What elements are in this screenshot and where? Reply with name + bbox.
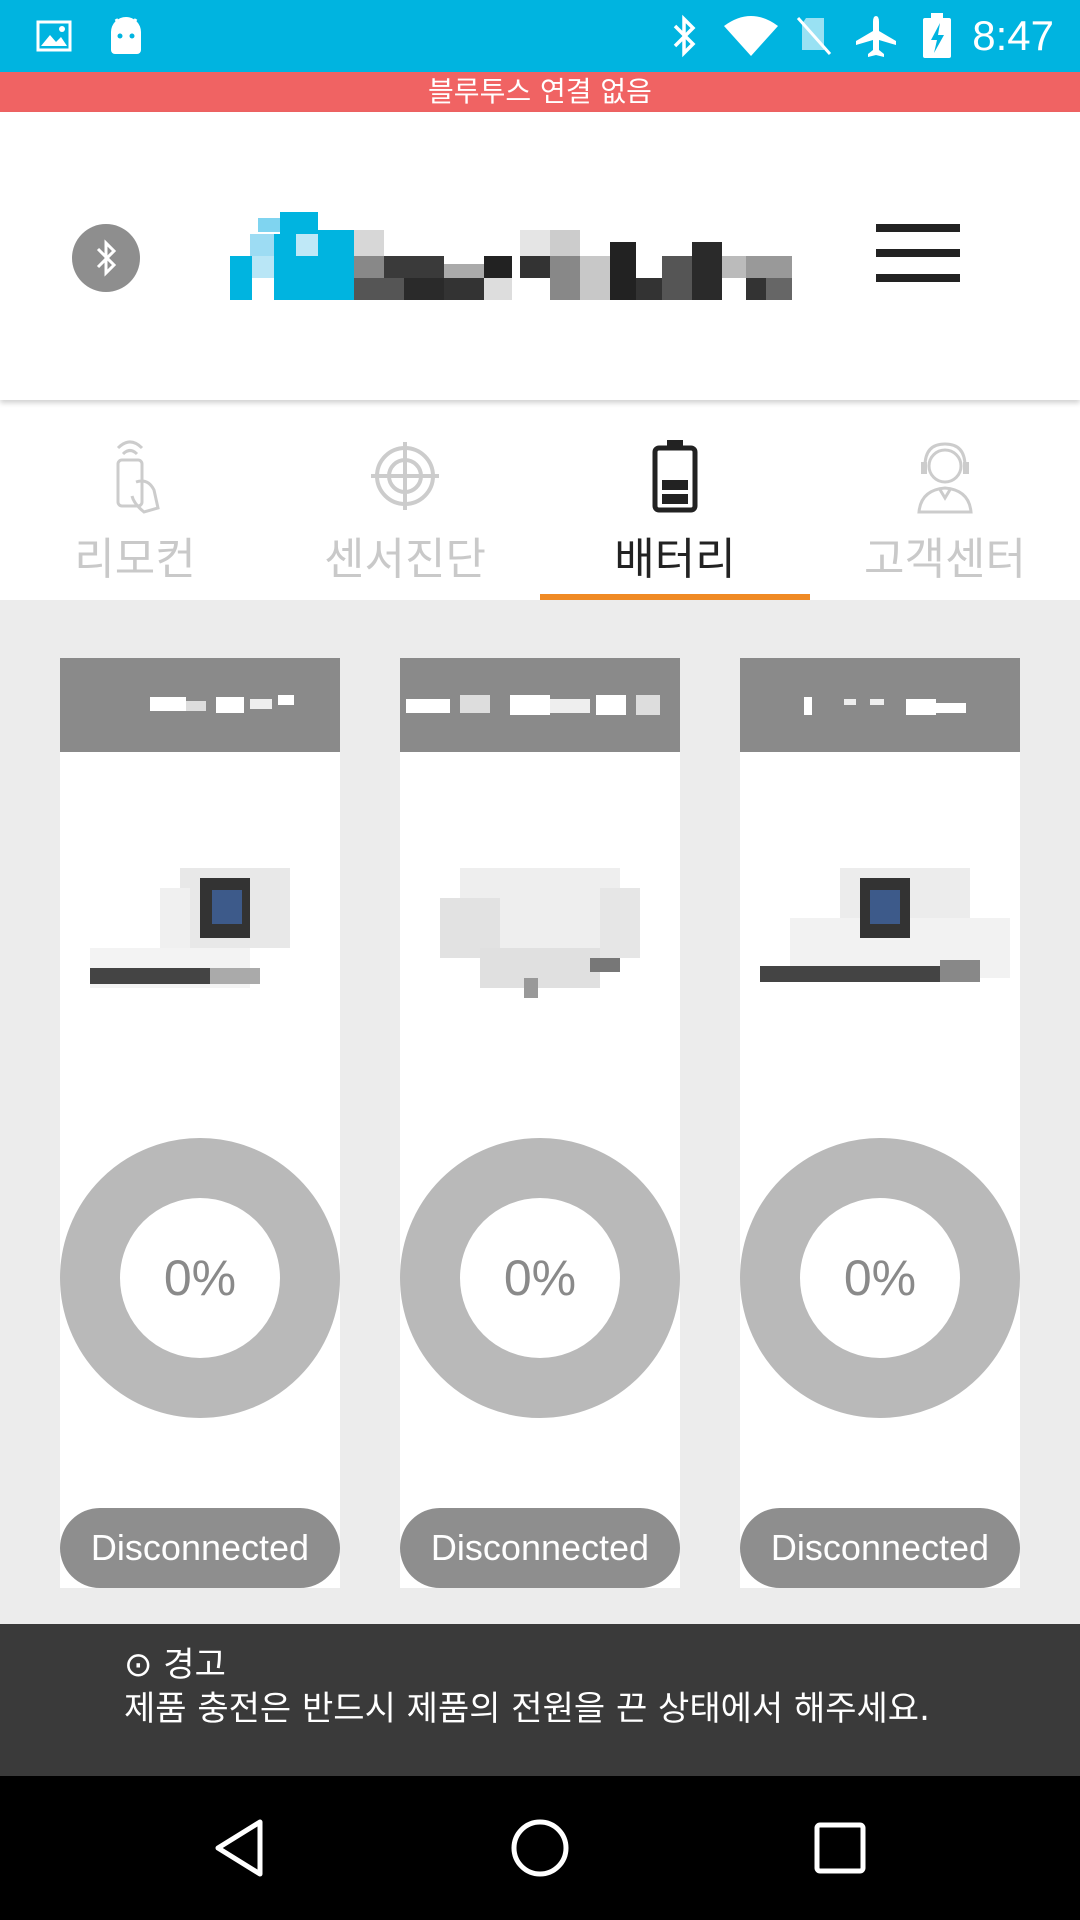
device-title [60, 658, 340, 752]
battery-icon [635, 436, 715, 516]
device-image [90, 868, 290, 988]
crosshair-icon [365, 436, 445, 516]
tab-label: 고객센터 [864, 534, 1026, 585]
no-sim-icon [792, 14, 836, 58]
status-bar: 8:47 [0, 0, 1080, 72]
wifi-icon [720, 14, 782, 58]
tab-sensor-diagnosis[interactable]: 센서진단 [270, 400, 540, 600]
charging-warning-notice: ⊙ 경고 제품 충전은 반드시 제품의 전원을 끈 상태에서 해주세요. [0, 1624, 1080, 1776]
menu-line [876, 249, 960, 257]
device-card[interactable]: 0% Disconnected [400, 658, 680, 1588]
tab-label: 센서진단 [324, 534, 486, 585]
app-header [0, 112, 1080, 400]
back-icon [215, 1819, 263, 1877]
bluetooth-disconnected-banner: 블루투스 연결 없음 [0, 72, 1080, 112]
android-icon [106, 14, 146, 58]
tab-remote[interactable]: 리모컨 [0, 400, 270, 600]
remote-hand-icon [95, 436, 175, 516]
airplane-icon [852, 14, 900, 58]
active-tab-indicator [540, 594, 810, 600]
battery-charging-icon [920, 13, 954, 58]
tab-label: 배터리 [614, 534, 736, 585]
system-navigation-bar [0, 1776, 1080, 1920]
device-image [760, 868, 1010, 982]
bluetooth-icon [664, 14, 704, 58]
home-icon [511, 1819, 569, 1877]
connection-status-badge[interactable]: Disconnected [740, 1508, 1020, 1588]
tab-bar: 리모컨 센서진단 배터리 고객센터 [0, 400, 1080, 600]
device-card[interactable]: 0% Disconnected [740, 658, 1020, 1588]
brand-logo [230, 212, 792, 300]
tab-customer-center[interactable]: 고객센터 [810, 400, 1080, 600]
warning-body: 제품 충전은 반드시 제품의 전원을 끈 상태에서 해주세요. [124, 1689, 930, 1729]
bluetooth-button[interactable] [72, 224, 140, 292]
device-image [440, 868, 640, 998]
device-card[interactable]: 0% Disconnected [60, 658, 340, 1588]
bluetooth-icon [96, 239, 117, 277]
image-icon [34, 14, 74, 58]
connection-status-badge[interactable]: Disconnected [60, 1508, 340, 1588]
back-button[interactable] [200, 1808, 280, 1888]
status-time: 8:47 [972, 12, 1054, 59]
customer-support-icon [905, 436, 985, 516]
warning-title: ⊙ 경고 [124, 1645, 226, 1685]
menu-line [876, 224, 960, 232]
tab-label: 리모컨 [74, 534, 196, 585]
device-title [400, 658, 680, 752]
tab-battery[interactable]: 배터리 [540, 400, 810, 600]
battery-percentage: 0% [503, 1250, 577, 1306]
hamburger-menu-button[interactable] [876, 224, 960, 282]
battery-percentage: 0% [843, 1250, 917, 1306]
battery-percentage: 0% [163, 1250, 237, 1306]
recents-icon [814, 1822, 866, 1874]
device-title [740, 658, 1020, 752]
menu-line [876, 274, 960, 282]
home-button[interactable] [500, 1808, 580, 1888]
connection-status-badge[interactable]: Disconnected [400, 1508, 680, 1588]
recents-button[interactable] [800, 1808, 880, 1888]
